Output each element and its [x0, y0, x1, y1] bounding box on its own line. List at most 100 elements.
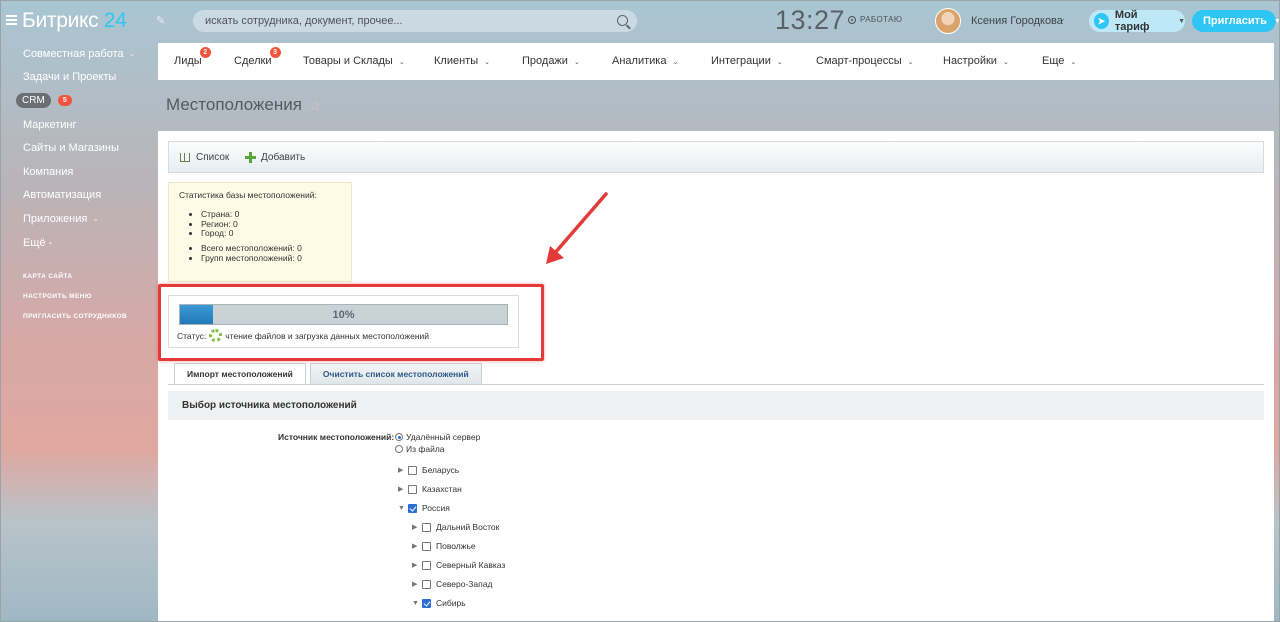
tab-clear-list[interactable]: Очистить список местоположений — [309, 363, 482, 384]
plus-icon — [245, 152, 256, 163]
tab-label: Аналитика — [612, 55, 667, 67]
radio-from-file[interactable]: Из файла — [395, 444, 445, 454]
collapsed-triangle-icon[interactable]: ▶ — [412, 542, 422, 550]
radio-checked-icon[interactable] — [395, 433, 403, 441]
stats-item: Групп местоположений: 0 — [201, 253, 341, 264]
chevron-down-icon: ⌄ — [907, 59, 914, 66]
pencil-icon[interactable]: ✎ — [156, 14, 166, 27]
tree-item-checkbox[interactable] — [408, 484, 417, 494]
add-button[interactable]: Добавить — [245, 152, 305, 163]
tree-item-checkbox[interactable] — [422, 598, 431, 608]
toolbar: Список Добавить — [168, 141, 1264, 173]
sidebar-item-company[interactable]: Компания — [0, 160, 157, 184]
chevron-down-icon: ⌄ — [92, 214, 100, 224]
tree-item-checkbox[interactable] — [408, 465, 417, 475]
search-input[interactable] — [205, 15, 605, 27]
tree-item-label: Казахстан — [422, 484, 462, 494]
tree-item-checkbox[interactable] — [422, 541, 431, 551]
sidebar-item-apps[interactable]: Приложения ⌄ — [0, 207, 157, 231]
tree-item-label: Беларусь — [422, 465, 460, 475]
tree-item-checkbox[interactable] — [422, 522, 431, 532]
tab-more[interactable]: Еще ⌄ — [1042, 55, 1076, 67]
tree-item-checkbox[interactable] — [422, 560, 431, 570]
tab-leads[interactable]: Лиды 2 — [174, 47, 211, 67]
tree-item-label: Дальний Восток — [436, 522, 500, 532]
sitemap-link[interactable]: КАРТА САЙТА — [0, 266, 157, 286]
list-icon — [180, 153, 190, 162]
tab-clients[interactable]: Клиенты ⌄ — [434, 55, 490, 67]
radio-icon[interactable] — [395, 445, 403, 453]
tab-label: Еще — [1042, 55, 1065, 67]
tab-analytics[interactable]: Аналитика ⌄ — [612, 55, 678, 67]
tab-label: Продажи — [522, 55, 568, 67]
tree-item[interactable]: ▶ Беларусь — [398, 464, 459, 476]
divider — [168, 384, 1264, 385]
tree-item[interactable]: ▼ Сибирь — [412, 597, 466, 609]
sidebar-item-automation[interactable]: Автоматизация — [0, 184, 157, 208]
search-box[interactable] — [193, 10, 637, 32]
tab-deals[interactable]: Сделки 3 — [234, 47, 281, 67]
chevron-down-icon: ⌄ — [776, 59, 783, 66]
sidebar-item-crm[interactable]: CRM 5 — [0, 89, 157, 113]
collapsed-triangle-icon[interactable]: ▶ — [412, 580, 422, 588]
tab-label: Интеграции — [711, 55, 771, 67]
tab-sales[interactable]: Продажи ⌄ — [522, 55, 580, 67]
user-name[interactable]: Ксения Городкова — [971, 15, 1063, 27]
sidebar-item-more[interactable]: Ещё - — [0, 231, 157, 255]
tree-item[interactable]: ▶ Казахстан — [398, 483, 462, 495]
list-button[interactable]: Список — [180, 152, 229, 163]
collapsed-triangle-icon[interactable]: ▶ — [398, 485, 408, 493]
sidebar-item-marketing[interactable]: Маркетинг — [0, 113, 157, 137]
chevron-down-icon: ▼ — [1178, 17, 1185, 25]
chevron-down-icon: ⌄ — [128, 49, 136, 59]
chevron-down-icon: ⌄ — [573, 59, 580, 66]
sidebar-item-label: Компания — [23, 165, 74, 178]
tab-import[interactable]: Импорт местоположений — [174, 363, 306, 384]
collapsed-triangle-icon[interactable]: ▶ — [412, 561, 422, 569]
invite-employees-link[interactable]: ПРИГЛАСИТЬ СОТРУДНИКОВ — [0, 306, 157, 326]
search-icon[interactable] — [617, 15, 628, 26]
add-label: Добавить — [261, 152, 306, 163]
tab-integrations[interactable]: Интеграции ⌄ — [711, 55, 783, 67]
expanded-triangle-icon[interactable]: ▼ — [398, 505, 408, 512]
tree-item[interactable]: ▶ Поволжье — [412, 540, 476, 552]
logo[interactable]: Битрикс 24 — [22, 9, 127, 33]
configure-menu-link[interactable]: НАСТРОИТЬ МЕНЮ — [0, 286, 157, 306]
tab-settings[interactable]: Настройки ⌄ — [943, 55, 1009, 67]
chevron-down-icon[interactable]: ⌄ — [1059, 14, 1066, 23]
clock: 13:27 — [775, 5, 846, 35]
chevron-down-icon: ⌄ — [672, 59, 679, 66]
tree-item[interactable]: ▶ Дальний Восток — [412, 521, 499, 533]
tree-item-checkbox[interactable] — [408, 503, 417, 513]
avatar[interactable] — [935, 8, 961, 34]
counter-badge: 5 — [57, 95, 72, 107]
sidebar-item-collaboration[interactable]: Совместная работа ⌄ — [0, 42, 157, 66]
collapsed-triangle-icon[interactable]: ▶ — [398, 466, 408, 474]
sidebar-item-label: Совместная работа — [23, 47, 124, 60]
work-status-icon — [848, 15, 856, 24]
sidebar-item-tasks[interactable]: Задачи и Проекты — [0, 66, 157, 90]
tree-item-label: Поволжье — [436, 541, 476, 551]
tree-item-checkbox[interactable] — [422, 579, 431, 589]
sidebar-item-label: Сайты и Магазины — [23, 142, 119, 155]
tree-item[interactable]: ▼ Россия — [398, 502, 450, 514]
tree-item[interactable]: ▶ Северо-Запад — [412, 578, 492, 590]
invite-button[interactable]: Пригласить ▼ — [1192, 10, 1280, 32]
radio-remote-server[interactable]: Удалённый сервер — [395, 432, 480, 442]
sidebar-item-sites[interactable]: Сайты и Магазины — [0, 136, 157, 160]
chevron-down-icon: ⌄ — [484, 59, 490, 66]
stats-list: Страна: 0 Регион: 0 Город: 0 — [201, 209, 341, 239]
highlight-frame — [158, 284, 544, 361]
tree-item-label: Сибирь — [436, 598, 466, 608]
work-status[interactable]: РАБОТАЮ — [848, 15, 902, 24]
collapsed-triangle-icon[interactable]: ▶ — [412, 523, 422, 531]
menu-icon[interactable] — [6, 15, 17, 25]
stats-list: Всего местоположений: 0 Групп местополож… — [201, 243, 341, 264]
tab-smart-processes[interactable]: Смарт-процессы ⌄ — [816, 55, 913, 67]
expanded-triangle-icon[interactable]: ▼ — [412, 600, 422, 607]
tab-products[interactable]: Товары и Склады ⌄ — [303, 55, 405, 67]
my-tariff-button[interactable]: ➤ Мой тариф ▼ — [1089, 9, 1185, 33]
star-icon[interactable]: ☆ — [309, 97, 322, 114]
tree-item[interactable]: ▶ Северный Кавказ — [412, 559, 505, 571]
invite-label: Пригласить — [1203, 15, 1267, 27]
